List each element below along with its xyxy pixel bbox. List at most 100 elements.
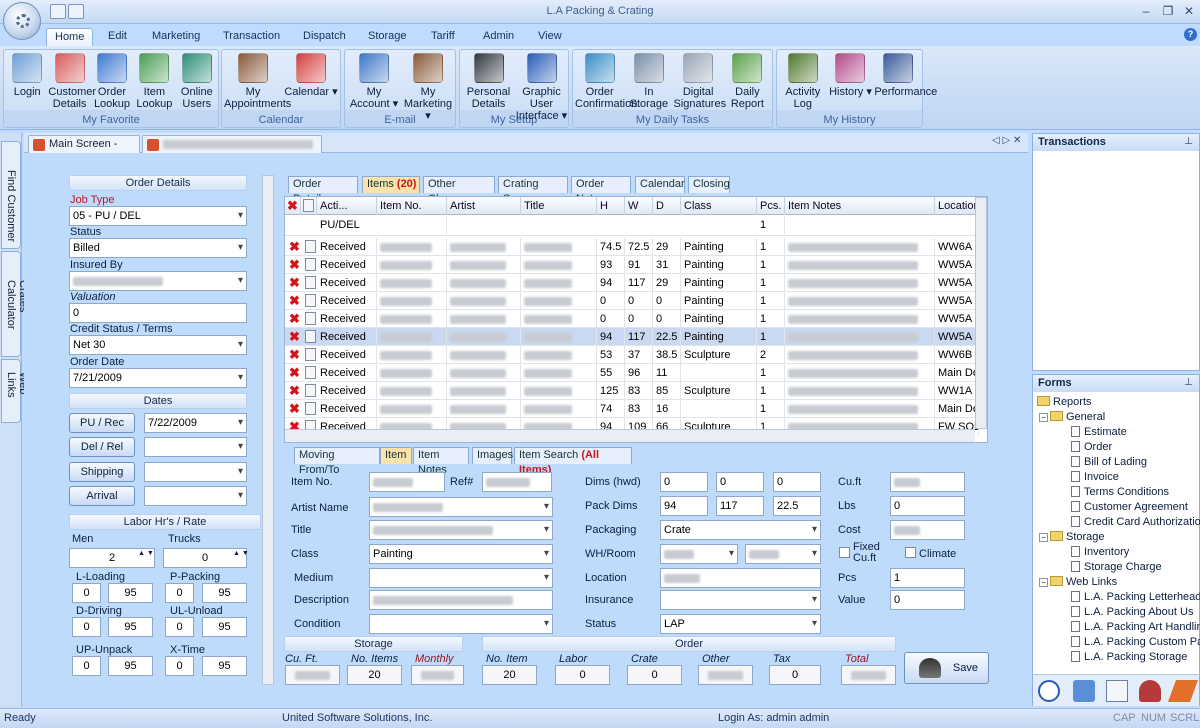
form-customer-agreement[interactable]: Customer Agreement	[1071, 500, 1188, 515]
x-time-hours[interactable]: 0	[165, 656, 194, 676]
clock-icon[interactable]	[1038, 680, 1060, 702]
l-loading-hours[interactable]: 0	[72, 583, 101, 603]
grid-row[interactable]: ✖ Received 748316 1 Main Doc	[285, 400, 979, 418]
grid-hscrollbar[interactable]	[285, 429, 975, 442]
restore-icon[interactable]: ❐	[1160, 4, 1176, 18]
form-credit-card-authorization[interactable]: Credit Card Authorization	[1071, 515, 1200, 530]
delete-row-icon[interactable]: ✖	[288, 240, 301, 253]
column-header[interactable]: Pcs.	[757, 197, 785, 215]
warehouse-select[interactable]	[660, 544, 738, 564]
l-loading-rate[interactable]: 95	[108, 583, 153, 603]
column-header[interactable]: Location	[935, 197, 980, 215]
pu-rec-button[interactable]: PU / Rec	[69, 413, 135, 433]
delete-row-icon[interactable]: ✖	[288, 348, 301, 361]
column-header[interactable]: Class	[681, 197, 757, 215]
link-l-a-packing-custom-packing[interactable]: L.A. Packing Custom Packing	[1071, 635, 1200, 650]
ribbon-tab-view[interactable]: View	[530, 28, 570, 46]
tree-general[interactable]: − General	[1039, 410, 1105, 425]
ribbon-tab-dispatch[interactable]: Dispatch	[295, 28, 354, 46]
arrival-button[interactable]: Arrival	[69, 486, 135, 506]
dims-w-field[interactable]: 0	[716, 472, 764, 492]
collapse-icon[interactable]: −	[1039, 578, 1048, 587]
ribbon-tab-home[interactable]: Home	[46, 28, 94, 46]
form-terms-conditions[interactable]: Terms Conditions	[1071, 485, 1169, 500]
column-header[interactable]: Item No.	[377, 197, 447, 215]
title-select[interactable]	[369, 520, 553, 540]
link-l-a-packing-about-us[interactable]: L.A. Packing About Us	[1071, 605, 1193, 620]
delete-row-icon[interactable]: ✖	[288, 402, 301, 415]
value-field[interactable]: 0	[890, 590, 965, 610]
tab-order-details[interactable]: Order Details	[288, 176, 358, 205]
left-panel-scrollbar[interactable]	[262, 175, 274, 685]
medium-select[interactable]	[369, 568, 553, 588]
form-storage-charge[interactable]: Storage Charge	[1071, 560, 1162, 575]
document-icon[interactable]	[1106, 680, 1128, 702]
tab-images[interactable]: Images	[472, 447, 513, 464]
link-l-a-packing-letterhead[interactable]: L.A. Packing Letterhead	[1071, 590, 1200, 605]
location-field[interactable]	[660, 568, 821, 588]
form-order[interactable]: Order	[1071, 440, 1112, 455]
tab-nav-arrows-icon[interactable]: ◁ ▷ ✕	[992, 135, 1021, 146]
tab-crating-specs[interactable]: Crating Specs	[498, 176, 568, 205]
grid-row[interactable]: ✖ Received 94 117 22.5 Painting 1 WW5A	[285, 328, 979, 346]
grid-vscrollbar[interactable]	[975, 197, 987, 429]
item-lookup-button[interactable]: Item Lookup	[133, 53, 175, 110]
stepper-arrows-icon[interactable]: ▲ ▼	[233, 550, 249, 558]
save-button[interactable]: Save	[904, 652, 989, 684]
up-unpack-rate[interactable]: 95	[108, 656, 153, 676]
grid-row[interactable]: ✖ Received 0 0 0 Painting 1 WW5A	[285, 292, 979, 310]
ul-unload-hours[interactable]: 0	[165, 617, 194, 637]
delete-row-icon[interactable]: ✖	[288, 258, 301, 271]
item-status-select[interactable]: LAP	[660, 614, 821, 634]
pack-dims-h-field[interactable]: 94	[660, 496, 708, 516]
tree-storage[interactable]: − Storage	[1039, 530, 1105, 545]
users-icon[interactable]	[1139, 680, 1161, 702]
doc-tab-customer[interactable]	[142, 135, 322, 153]
pack-dims-d-field[interactable]: 22.5	[773, 496, 821, 516]
class-select[interactable]: Painting	[369, 544, 553, 564]
delete-row-icon[interactable]: ✖	[288, 276, 301, 289]
column-header[interactable]: W	[625, 197, 653, 215]
tree-reports[interactable]: Reports	[1037, 395, 1092, 410]
job-type-select[interactable]: 05 - PU / DEL	[69, 206, 247, 226]
form-inventory[interactable]: Inventory	[1071, 545, 1129, 560]
in-storage-button[interactable]: In Storage	[624, 53, 673, 110]
collapse-icon[interactable]: −	[1039, 413, 1048, 422]
grid-row[interactable]: ✖ Received 94 117 29 Painting 1 WW5A	[285, 274, 979, 292]
calendar-button[interactable]: Calendar ▾	[282, 53, 340, 98]
doc-tab-main-screen[interactable]: Main Screen - 4904	[28, 135, 140, 167]
lbs-field[interactable]: 0	[890, 496, 965, 516]
ref-field[interactable]	[482, 472, 552, 492]
customer-details-button[interactable]: Customer Details	[48, 53, 96, 110]
packaging-select[interactable]: Crate	[660, 520, 821, 540]
row-notes-icon[interactable]	[305, 330, 316, 343]
arrival-date[interactable]	[144, 486, 247, 506]
form-estimate[interactable]: Estimate	[1071, 425, 1127, 440]
d-driving-hours[interactable]: 0	[72, 617, 101, 637]
insurance-select[interactable]	[660, 590, 821, 610]
pu-rec-date[interactable]: 7/22/2009	[144, 413, 247, 433]
column-header[interactable]: Acti...	[317, 197, 377, 215]
cost-field[interactable]	[890, 520, 965, 540]
login-button[interactable]: Login	[6, 53, 48, 98]
minimize-icon[interactable]: –	[1138, 4, 1154, 18]
tab-item[interactable]: Item	[380, 447, 412, 464]
ribbon-tab-storage[interactable]: Storage	[360, 28, 415, 46]
p-packing-hours[interactable]: 0	[165, 583, 194, 603]
row-notes-icon[interactable]	[305, 240, 316, 253]
fixed-cuft-checkbox[interactable]	[839, 547, 850, 558]
grid-row[interactable]: ✖ Received 125 83 85 Sculpture 1 WW1A	[285, 382, 979, 400]
my-marketing-button[interactable]: My Marketing ▾	[401, 53, 455, 122]
calculator-icon[interactable]	[50, 4, 66, 19]
column-header[interactable]: D	[653, 197, 681, 215]
ribbon-tab-admin[interactable]: Admin	[475, 28, 522, 46]
row-notes-icon[interactable]	[305, 312, 316, 325]
condition-select[interactable]	[369, 614, 553, 634]
form-bill-of-lading[interactable]: Bill of Lading	[1071, 455, 1147, 470]
del-rel-button[interactable]: Del / Rel	[69, 437, 135, 457]
delete-row-icon[interactable]: ✖	[288, 294, 301, 307]
item-no-field[interactable]	[369, 472, 445, 492]
help-icon[interactable]: ?	[1184, 28, 1197, 41]
row-notes-icon[interactable]	[305, 294, 316, 307]
link-l-a-packing-art-handling[interactable]: L.A. Packing Art Handling	[1071, 620, 1200, 635]
